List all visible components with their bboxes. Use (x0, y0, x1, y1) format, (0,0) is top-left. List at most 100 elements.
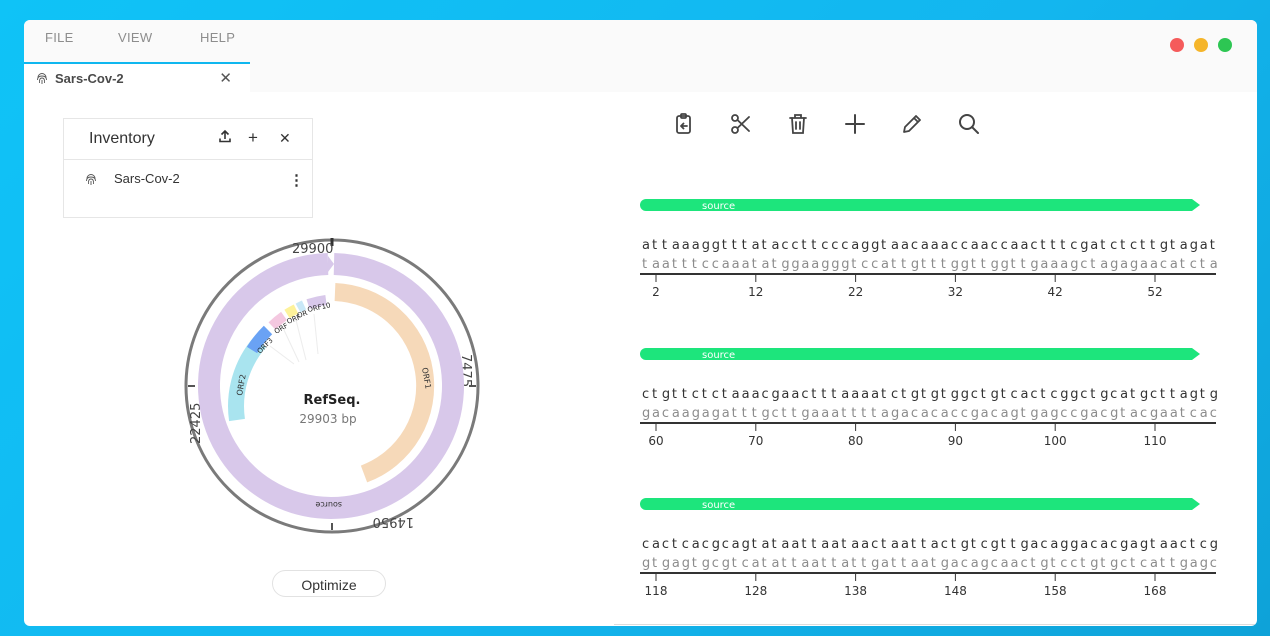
base: t (692, 556, 697, 571)
base: t (1090, 387, 1095, 402)
more-options-icon[interactable]: ⋮ (289, 171, 304, 189)
base: a (742, 257, 750, 272)
base: c (682, 537, 689, 552)
base: t (831, 387, 836, 402)
tab-close-icon[interactable]: ✕ (219, 69, 232, 87)
sequence-viewer: sourcec t g t t c t c t a a a c g a a c t t t a a a a t c t g t g t g g c… (640, 348, 1218, 448)
base: t (672, 537, 677, 552)
base: g (821, 257, 829, 272)
minimize-window-button[interactable] (1194, 38, 1208, 52)
base: a (752, 387, 760, 402)
base: t (742, 406, 747, 421)
base: c (981, 537, 988, 552)
base: c (1150, 387, 1157, 402)
upload-icon[interactable] (218, 129, 232, 147)
base: c (1070, 406, 1077, 421)
base: g (931, 387, 939, 402)
base: a (722, 406, 730, 421)
base: a (881, 556, 889, 571)
pencil-icon[interactable] (900, 112, 924, 136)
base: t (881, 537, 886, 552)
base: t (672, 387, 677, 402)
base: t (811, 238, 816, 253)
menu-help[interactable]: HELP (200, 30, 235, 45)
base: c (911, 238, 918, 253)
menu-view[interactable]: VIEW (118, 30, 152, 45)
base: a (981, 406, 989, 421)
orf1-feature[interactable] (334, 283, 435, 483)
base: g (1080, 238, 1088, 253)
base: c (702, 537, 709, 552)
axis-tick-label: 32 (948, 285, 963, 299)
base: a (1210, 257, 1218, 272)
sequence-row: source a t t a a a g g t t t a t a c c t t c c c a g g t a a c a a a c c a… (640, 196, 1220, 316)
base: t (841, 537, 846, 552)
fingerprint-icon (36, 72, 48, 90)
maximize-window-button[interactable] (1218, 38, 1232, 52)
base: c (642, 537, 649, 552)
base: c (642, 387, 649, 402)
base: a (1100, 257, 1108, 272)
reverse-strand: gtgagtgcgtcatattaattattgattaatgacagcaact… (642, 556, 1217, 571)
base: t (921, 537, 926, 552)
search-icon[interactable] (957, 112, 981, 136)
base: g (1140, 387, 1148, 402)
optimize-button[interactable]: Optimize (272, 570, 386, 597)
base: a (702, 406, 710, 421)
base: a (672, 556, 680, 571)
tab-sars-cov-2[interactable]: Sars-Cov-2 ✕ (24, 62, 250, 92)
base: t (951, 537, 956, 552)
sequence-name: RefSeq. (304, 393, 361, 408)
menu-file[interactable]: FILE (45, 30, 74, 45)
base: g (662, 556, 670, 571)
close-inventory-button[interactable]: ✕ (279, 129, 291, 147)
base: g (1130, 257, 1138, 272)
base: a (951, 556, 959, 571)
base: t (732, 238, 737, 253)
base: a (781, 387, 789, 402)
base: t (752, 537, 757, 552)
paste-icon[interactable] (672, 112, 696, 136)
inventory-item[interactable]: Sars-Cov-2 ⋮ (64, 169, 312, 189)
base: t (1130, 387, 1135, 402)
base: c (1050, 387, 1057, 402)
base: g (961, 387, 969, 402)
base: a (1170, 537, 1178, 552)
base: a (1080, 537, 1088, 552)
close-window-button[interactable] (1170, 38, 1184, 52)
base: t (752, 406, 757, 421)
base: a (772, 238, 780, 253)
base: t (801, 537, 806, 552)
base: g (961, 257, 969, 272)
inventory-panel: Inventory + ✕ Sars-Cov-2 ⋮ (63, 118, 313, 218)
trash-icon[interactable] (786, 112, 810, 136)
base: g (951, 387, 959, 402)
orf-feature-c[interactable] (295, 300, 307, 313)
title-bar: FILE VIEW HELP Sars-Cov-2 ✕ (24, 20, 1257, 92)
orf-feature-b[interactable] (284, 304, 299, 319)
base: a (692, 238, 700, 253)
base: a (1001, 556, 1009, 571)
base: a (881, 257, 889, 272)
source-arrowhead (328, 256, 334, 272)
base: t (861, 556, 866, 571)
base: t (752, 257, 757, 272)
base: c (1210, 556, 1217, 571)
plus-icon[interactable] (843, 112, 867, 136)
base: t (1150, 537, 1155, 552)
base: a (871, 387, 879, 402)
base: a (1030, 537, 1038, 552)
base: g (841, 257, 849, 272)
base: t (732, 406, 737, 421)
scissors-icon[interactable] (729, 112, 753, 136)
base: t (702, 387, 707, 402)
base: c (712, 257, 719, 272)
base: t (941, 257, 946, 272)
base: c (762, 387, 769, 402)
base: a (1021, 387, 1029, 402)
base: g (1070, 257, 1078, 272)
base: t (682, 257, 687, 272)
add-sequence-button[interactable]: + (248, 129, 258, 147)
base: c (971, 387, 978, 402)
base: c (1110, 387, 1117, 402)
